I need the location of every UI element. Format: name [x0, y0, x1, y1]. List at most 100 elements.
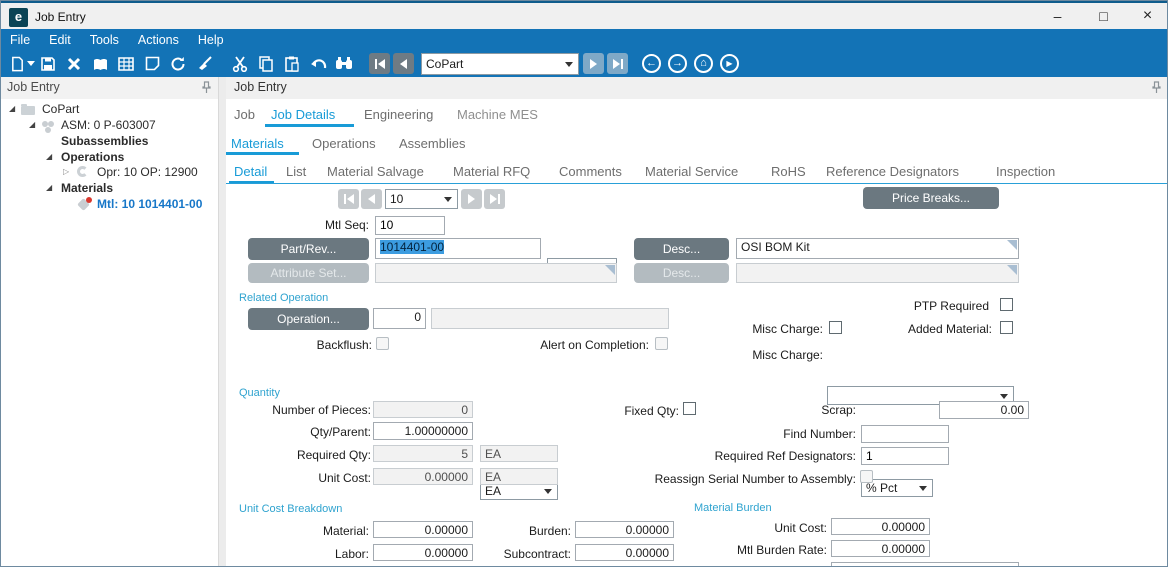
mb-unit-cost-field[interactable]: 0.00000	[831, 518, 930, 535]
delete-icon[interactable]	[61, 53, 87, 75]
scrap-value-field[interactable]: 0.00	[939, 401, 1029, 419]
added-material-checkbox[interactable]	[1000, 321, 1013, 334]
tab-engineering[interactable]: Engineering	[364, 107, 433, 122]
expander-icon[interactable]: ◢	[29, 120, 35, 129]
tab-machine-mes[interactable]: Machine MES	[457, 107, 538, 122]
tab-material-rfq[interactable]: Material RFQ	[453, 164, 530, 179]
price-breaks-button[interactable]: Price Breaks...	[863, 187, 999, 209]
forward-circle-button[interactable]: →	[668, 54, 687, 73]
mtl-seq-field[interactable]	[375, 216, 445, 235]
menu-file[interactable]: File	[10, 33, 30, 47]
tab-reference-designators[interactable]: Reference Designators	[826, 164, 959, 179]
tab-job-details[interactable]: Job Details	[271, 107, 335, 122]
memo-icon[interactable]	[139, 53, 165, 75]
labor-cost-field[interactable]: 0.00000	[373, 544, 473, 561]
clear-icon[interactable]	[191, 53, 217, 75]
copy-icon[interactable]	[253, 53, 279, 75]
tree-node-operation[interactable]: ▷ Opr: 10 OP: 12900	[1, 165, 219, 180]
material-cost-field[interactable]: 0.00000	[373, 521, 473, 538]
maximize-button[interactable]: □	[1081, 3, 1126, 30]
tab-inspection[interactable]: Inspection	[996, 164, 1055, 179]
refresh-icon[interactable]	[165, 53, 191, 75]
tree-node-label[interactable]: Materials	[61, 181, 113, 195]
expand-corner-icon[interactable]	[1007, 240, 1017, 250]
required-ref-designators-input[interactable]	[866, 449, 944, 463]
run-circle-button[interactable]: ▶	[720, 54, 739, 73]
operation-seq-field[interactable]: 0	[373, 308, 426, 329]
tree-node-label[interactable]: Opr: 10 OP: 12900	[97, 165, 198, 179]
tab-assemblies[interactable]: Assemblies	[399, 136, 465, 151]
chevron-down-icon[interactable]	[544, 489, 552, 494]
close-button[interactable]: ×	[1125, 3, 1167, 30]
search-icon[interactable]	[331, 53, 357, 75]
misc-charge-checkbox[interactable]	[829, 321, 842, 334]
save-icon[interactable]	[35, 53, 61, 75]
grid-icon[interactable]	[113, 53, 139, 75]
expander-icon[interactable]: ◢	[46, 183, 52, 192]
tree-node-assembly[interactable]: ◢ ASM: 0 P-603007	[1, 118, 219, 133]
chevron-down-icon[interactable]	[565, 61, 573, 67]
chevron-down-icon[interactable]	[444, 197, 452, 202]
fixed-qty-checkbox[interactable]	[683, 402, 696, 415]
new-document-icon[interactable]	[9, 53, 35, 75]
menu-actions[interactable]: Actions	[138, 33, 179, 47]
tree-node-material-selected[interactable]: Mtl: 10 1014401-00	[1, 197, 219, 212]
print-icon[interactable]	[87, 53, 113, 75]
tree-node-subassemblies[interactable]: Subassemblies	[1, 134, 219, 149]
find-number-field[interactable]	[861, 425, 949, 443]
chevron-down-icon[interactable]	[919, 486, 927, 491]
part-number-field[interactable]: 1014401-00	[375, 238, 541, 259]
mtl-seq-combobox-value: 10	[390, 192, 404, 206]
panel-splitter[interactable]	[219, 77, 226, 566]
description-button[interactable]: Desc...	[634, 238, 729, 260]
tree-node-label[interactable]: ASM: 0 P-603007	[61, 118, 156, 132]
mtl-burden-rate-field[interactable]: 0.00000	[831, 540, 930, 557]
part-rev-button[interactable]: Part/Rev...	[248, 238, 369, 260]
minimize-button[interactable]: –	[1035, 3, 1080, 30]
qty-parent-field[interactable]: 1.00000000	[373, 422, 473, 440]
menu-tools[interactable]: Tools	[90, 33, 119, 47]
record-combobox[interactable]: CoPart	[421, 52, 579, 75]
menu-edit[interactable]: Edit	[49, 33, 71, 47]
tree-node-job[interactable]: ◢ CoPart	[1, 102, 219, 117]
tab-list[interactable]: List	[286, 164, 306, 179]
mtl-seq-input[interactable]	[380, 218, 440, 232]
tab-job[interactable]: Job	[234, 107, 255, 122]
back-circle-button[interactable]: ←	[642, 54, 661, 73]
burden-cost-field[interactable]: 0.00000	[575, 521, 674, 538]
tab-comments[interactable]: Comments	[559, 164, 622, 179]
cut-icon[interactable]	[227, 53, 253, 75]
expander-icon[interactable]: ▷	[63, 167, 69, 176]
tree-node-label[interactable]: Mtl: 10 1014401-00	[97, 197, 202, 211]
previous-record-button[interactable]	[393, 53, 414, 74]
pin-icon[interactable]	[201, 81, 212, 94]
chevron-down-icon[interactable]	[1000, 393, 1008, 399]
operation-button[interactable]: Operation...	[248, 308, 369, 330]
tree-node-operations[interactable]: ◢ Operations	[1, 150, 219, 165]
tab-rohs[interactable]: RoHS	[771, 164, 806, 179]
home-circle-button[interactable]: ⌂	[694, 54, 713, 73]
tab-material-salvage[interactable]: Material Salvage	[327, 164, 424, 179]
tree-node-materials[interactable]: ◢ Materials	[1, 181, 219, 196]
tab-material-service[interactable]: Material Service	[645, 164, 738, 179]
undo-icon[interactable]	[305, 53, 331, 75]
paste-icon[interactable]	[279, 53, 305, 75]
expander-icon[interactable]: ◢	[9, 104, 15, 113]
mtl-seq-combobox[interactable]: 10	[385, 189, 458, 209]
tab-operations[interactable]: Operations	[312, 136, 376, 151]
required-ref-designators-field[interactable]	[861, 447, 949, 465]
tree-node-label[interactable]: CoPart	[42, 102, 79, 116]
expander-icon[interactable]: ◢	[46, 152, 52, 161]
find-number-input[interactable]	[866, 427, 944, 441]
ptp-required-checkbox[interactable]	[1000, 298, 1013, 311]
new-dropdown-caret-icon[interactable]	[26, 61, 35, 66]
menu-help[interactable]: Help	[198, 33, 224, 47]
subcontract-cost-field[interactable]: 0.00000	[575, 544, 674, 561]
tab-materials[interactable]: Materials	[231, 136, 284, 151]
part-description-field[interactable]: OSI BOM Kit	[736, 238, 1019, 259]
tab-detail[interactable]: Detail	[234, 164, 267, 179]
pin-icon[interactable]	[1151, 81, 1162, 94]
tree-node-label[interactable]: Operations	[61, 150, 124, 164]
first-record-button[interactable]	[369, 53, 390, 74]
tree-node-label[interactable]: Subassemblies	[61, 134, 148, 148]
